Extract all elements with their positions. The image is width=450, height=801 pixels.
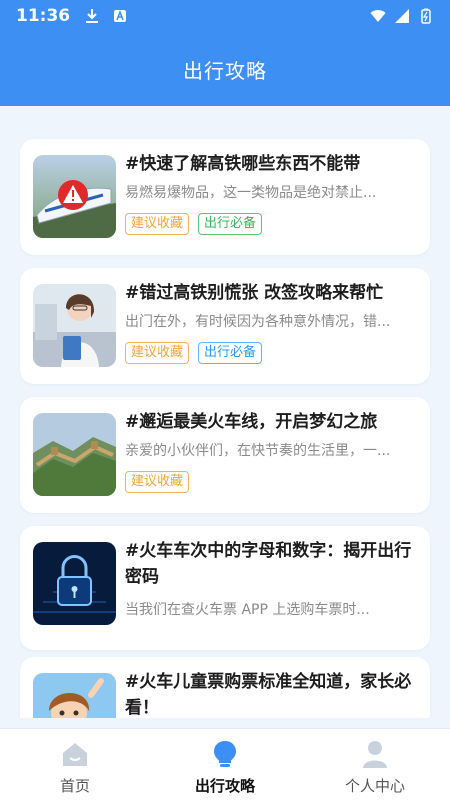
nav-label: 个人中心	[344, 777, 405, 795]
nav-label: 出行攻略	[194, 777, 255, 795]
article-thumbnail	[33, 284, 116, 367]
battery-icon	[421, 8, 431, 24]
article-desc: 易燃易爆物品，这一类物品是绝对禁止...	[125, 185, 377, 201]
person-icon	[363, 741, 387, 768]
great-wall-icon	[33, 413, 116, 496]
article-title[interactable]: #火车儿童票购票标准全知道，家长必看！	[125, 669, 420, 718]
article-tags: 建议收藏 出行必备	[125, 213, 263, 235]
article-desc: 亲爱的小伙伴们，在快节奏的生活里，一...	[125, 443, 391, 459]
article-title[interactable]: #快速了解高铁哪些东西不能带	[125, 151, 420, 177]
cartoon-child-icon	[33, 673, 116, 718]
status-bar: 11:36	[0, 0, 450, 32]
page-title: 出行攻略	[183, 58, 267, 83]
wifi-icon	[370, 10, 386, 22]
article-title[interactable]: #邂逅最美火车线，开启梦幻之旅	[125, 409, 420, 435]
tag-badge: 出行必备	[198, 213, 263, 235]
download-icon	[86, 9, 99, 23]
article-desc: 当我们在查火车票 APP 上选购车票时...	[125, 602, 370, 618]
article-card[interactable]: #快速了解高铁哪些东西不能带 易燃易爆物品，这一类物品是绝对禁止... 建议收藏…	[20, 139, 430, 255]
article-card[interactable]: #火车车次中的字母和数字：揭开出行密码 当我们在查火车票 APP 上选购车票时.…	[20, 526, 430, 650]
article-thumbnail	[33, 155, 116, 238]
digital-lock-icon	[33, 542, 116, 625]
article-card[interactable]: #错过高铁别慌张 改签攻略来帮忙 出门在外，有时候因为各种意外情况，错... 建…	[20, 268, 430, 384]
article-desc: 出门在外，有时候因为各种意外情况，错...	[125, 314, 391, 330]
home-icon	[63, 743, 87, 766]
article-thumbnail	[33, 673, 116, 718]
article-title[interactable]: #火车车次中的字母和数字：揭开出行密码	[125, 538, 420, 590]
article-card[interactable]: #邂逅最美火车线，开启梦幻之旅 亲爱的小伙伴们，在快节奏的生活里，一... 建议…	[20, 397, 430, 513]
article-title[interactable]: #错过高铁别慌张 改签攻略来帮忙	[125, 280, 420, 306]
article-thumbnail	[33, 542, 116, 625]
keyboard-a-icon	[114, 9, 127, 22]
article-list[interactable]: #快速了解高铁哪些东西不能带 易燃易爆物品，这一类物品是绝对禁止... 建议收藏…	[0, 106, 450, 718]
nav-travel-guide[interactable]: 出行攻略	[150, 729, 300, 801]
bulb-icon	[214, 741, 236, 767]
nav-label: 首页	[59, 777, 90, 795]
tag-badge: 建议收藏	[125, 213, 190, 235]
article-thumbnail	[33, 413, 116, 496]
tag-badge: 建议收藏	[125, 342, 190, 364]
article-tags: 建议收藏 出行必备	[125, 342, 263, 364]
nav-home[interactable]: 首页	[0, 729, 150, 801]
article-tags: 建议收藏	[125, 471, 190, 493]
status-time: 11:36	[16, 6, 71, 26]
article-card[interactable]: #火车儿童票购票标准全知道，家长必看！	[20, 657, 430, 718]
train-warning-icon	[33, 155, 116, 238]
woman-station-icon	[33, 284, 116, 367]
signal-icon	[395, 9, 409, 23]
nav-profile[interactable]: 个人中心	[300, 729, 450, 801]
bottom-nav: 首页 出行攻略 个人中心	[0, 728, 450, 801]
tag-badge: 出行必备	[198, 342, 263, 364]
tag-badge: 建议收藏	[125, 471, 190, 493]
header: 出行攻略	[0, 32, 450, 106]
